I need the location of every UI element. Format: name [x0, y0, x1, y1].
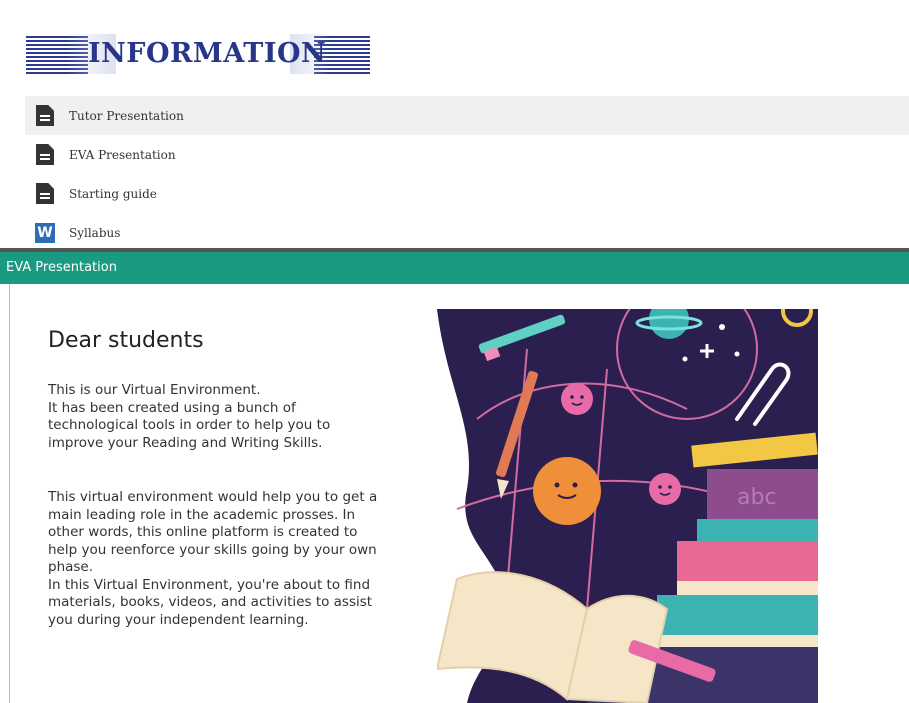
details-line: In this Virtual Environment, you're abou…	[48, 576, 371, 593]
resource-item-eva-presentation[interactable]: EVA Presentation	[25, 135, 909, 174]
intro-paragraph: This is our Virtual Environment. It has …	[48, 382, 330, 452]
details-line: materials, books, videos, and activities…	[48, 594, 373, 610]
intro-line: This is our Virtual Environment.	[48, 382, 261, 398]
resource-item-syllabus[interactable]: W Syllabus	[25, 213, 909, 252]
details-line: phase.	[48, 559, 94, 575]
learning-illustration: abc	[437, 309, 818, 703]
illustration-abc-text: abc	[737, 485, 777, 510]
greeting-heading: Dear students	[48, 328, 204, 353]
panel-body: Dear students This is our Virtual Enviro…	[9, 284, 909, 703]
intro-line: technological tools in order to help you…	[48, 417, 331, 433]
resource-label: EVA Presentation	[69, 147, 176, 162]
resource-label: Starting guide	[69, 186, 157, 201]
document-icon	[35, 183, 55, 205]
details-line: main leading role in the academic prosse…	[48, 506, 356, 523]
banner-title: INFORMATION	[88, 38, 327, 69]
details-line: other words, this online platform is cre…	[48, 524, 358, 540]
document-icon	[35, 105, 55, 127]
panel-header: EVA Presentation	[0, 252, 909, 284]
resource-label: Syllabus	[69, 225, 121, 240]
resource-item-starting-guide[interactable]: Starting guide	[25, 174, 909, 213]
resource-list: Tutor Presentation EVA Presentation Star…	[25, 96, 909, 252]
information-banner: INFORMATION	[26, 34, 370, 74]
details-line: help you reenforce your skills going by …	[48, 541, 377, 558]
word-icon: W	[35, 222, 55, 244]
eva-presentation-panel: EVA Presentation Dear students This is o…	[0, 248, 909, 703]
resource-label: Tutor Presentation	[69, 108, 184, 123]
document-icon	[35, 144, 55, 166]
intro-line: improve your Reading and Writing Skills.	[48, 434, 323, 451]
intro-line: It has been created using a bunch of	[48, 399, 296, 416]
details-line: you during your independent learning.	[48, 611, 309, 628]
learning-illustration-svg: abc	[437, 309, 818, 703]
details-paragraph: This virtual environment would help you …	[48, 489, 377, 629]
details-line: This virtual environment would help you …	[48, 489, 378, 505]
resource-item-tutor-presentation[interactable]: Tutor Presentation	[25, 96, 909, 135]
